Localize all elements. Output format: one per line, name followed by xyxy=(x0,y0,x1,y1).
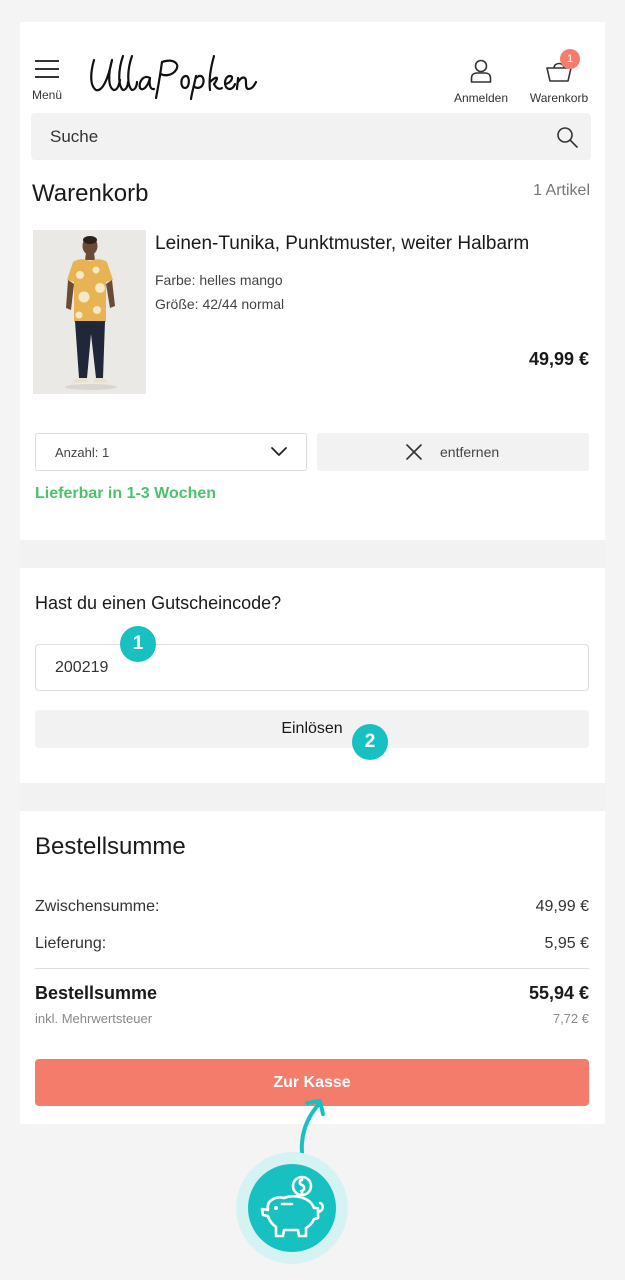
chevron-down-icon xyxy=(271,447,287,456)
close-icon xyxy=(406,444,422,460)
search-bar xyxy=(31,113,591,160)
product-image[interactable] xyxy=(33,230,146,394)
subtotal-label: Zwischensumme: xyxy=(35,898,160,915)
shipping-value: 5,95 € xyxy=(544,935,589,952)
login-label: Anmelden xyxy=(453,91,509,105)
user-icon xyxy=(470,59,492,83)
product-size: Größe: 42/44 normal xyxy=(155,296,285,312)
menu-label: Menü xyxy=(32,88,63,102)
cart-count-badge: 1 xyxy=(560,49,580,69)
product-photo xyxy=(33,230,146,394)
top-strip xyxy=(0,0,625,22)
piggy-bank-icon xyxy=(260,1175,325,1238)
redeem-button[interactable]: Einlösen xyxy=(35,710,589,748)
shipping-label: Lieferung: xyxy=(35,935,107,952)
cart-button[interactable]: 1 Warenkorb xyxy=(526,49,592,105)
quantity-label: Anzahl: 1 xyxy=(55,445,110,460)
search-input[interactable] xyxy=(31,113,531,160)
menu-icon xyxy=(32,60,62,78)
vat-value: 7,72 € xyxy=(552,1011,589,1026)
summary-divider xyxy=(35,968,589,969)
total-label: Bestellsumme xyxy=(35,983,158,1003)
menu-button[interactable]: Menü xyxy=(32,60,63,102)
subtotal-value: 49,99 € xyxy=(535,898,589,915)
search-icon[interactable] xyxy=(555,125,579,149)
availability-text: Lieferbar in 1-3 Wochen xyxy=(35,485,217,502)
product-price: 49,99 € xyxy=(528,349,589,369)
step-marker-2: 2 xyxy=(352,724,388,760)
cart-label: Warenkorb xyxy=(529,91,589,105)
remove-button[interactable]: entfernen xyxy=(317,433,589,471)
brand-logo[interactable] xyxy=(88,52,260,102)
product-name[interactable]: Leinen-Tunika, Punktmuster, weiter Halba… xyxy=(155,233,529,255)
total-value: 55,94 € xyxy=(528,983,589,1003)
section-divider xyxy=(20,783,605,811)
remove-label: entfernen xyxy=(440,444,500,460)
brand-logo-mark xyxy=(90,54,258,101)
step-marker-1: 1 xyxy=(120,626,156,662)
summary-title: Bestellsumme xyxy=(35,833,186,860)
section-divider xyxy=(20,540,605,568)
cart-page: Menü Anmelden 1 Warenkorb Suche Warenkor… xyxy=(20,22,605,1124)
product-color: Farbe: helles mango xyxy=(155,272,283,288)
quantity-select[interactable]: Anzahl: 1 xyxy=(35,433,307,471)
page-title: Warenkorb xyxy=(32,180,149,207)
item-count: 1 Artikel xyxy=(533,182,590,199)
login-button[interactable]: Anmelden xyxy=(448,58,514,105)
vat-label: inkl. Mehrwertsteuer xyxy=(35,1011,153,1026)
coupon-question: Hast du einen Gutscheincode? xyxy=(35,593,282,613)
coupon-code-input[interactable] xyxy=(35,644,589,691)
savings-badge xyxy=(236,1152,348,1264)
